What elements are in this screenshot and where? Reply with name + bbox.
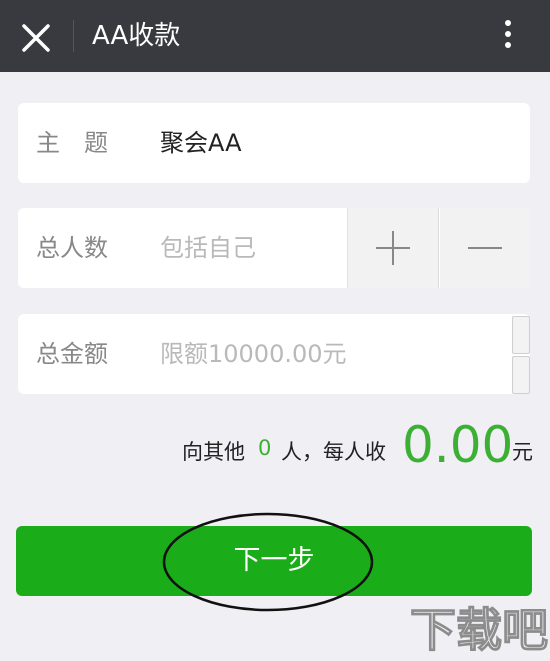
- topic-row[interactable]: 主 题 聚会AA: [18, 103, 530, 183]
- topic-label: 主 题: [36, 129, 108, 157]
- next-step-button[interactable]: 下一步: [16, 526, 532, 596]
- close-icon[interactable]: [18, 20, 54, 56]
- amount-label: 总金额: [36, 340, 108, 368]
- scrollbar[interactable]: [512, 314, 530, 394]
- people-input[interactable]: 包括自己: [160, 208, 256, 288]
- topic-input[interactable]: 聚会AA: [160, 103, 242, 183]
- per-person-summary: 向其他 0 人，每人收 0.00 元: [182, 416, 533, 478]
- title-divider: [73, 20, 74, 52]
- more-vertical-icon[interactable]: [490, 16, 526, 56]
- minus-icon: [468, 247, 502, 249]
- title-bar: AA收款: [0, 0, 550, 72]
- next-step-label: 下一步: [233, 545, 315, 576]
- people-stepper: [347, 208, 530, 288]
- page-title: AA收款: [92, 21, 181, 51]
- summary-prefix: 向其他: [182, 440, 245, 464]
- per-person-amount: 0.00: [402, 416, 514, 474]
- watermark-logo: 下载吧: [409, 602, 548, 657]
- amount-row: 总金额 限额10000.00元: [18, 314, 530, 394]
- summary-middle: 人，每人收: [281, 440, 386, 464]
- svg-text:下载吧: 下载吧: [410, 603, 548, 657]
- currency-unit: 元: [512, 440, 533, 464]
- people-row: 总人数 包括自己: [18, 208, 530, 288]
- amount-input[interactable]: 限额10000.00元: [160, 314, 347, 394]
- minus-button[interactable]: [440, 208, 530, 288]
- others-count: 0: [258, 436, 272, 460]
- plus-button[interactable]: [348, 208, 439, 288]
- people-label: 总人数: [36, 234, 108, 262]
